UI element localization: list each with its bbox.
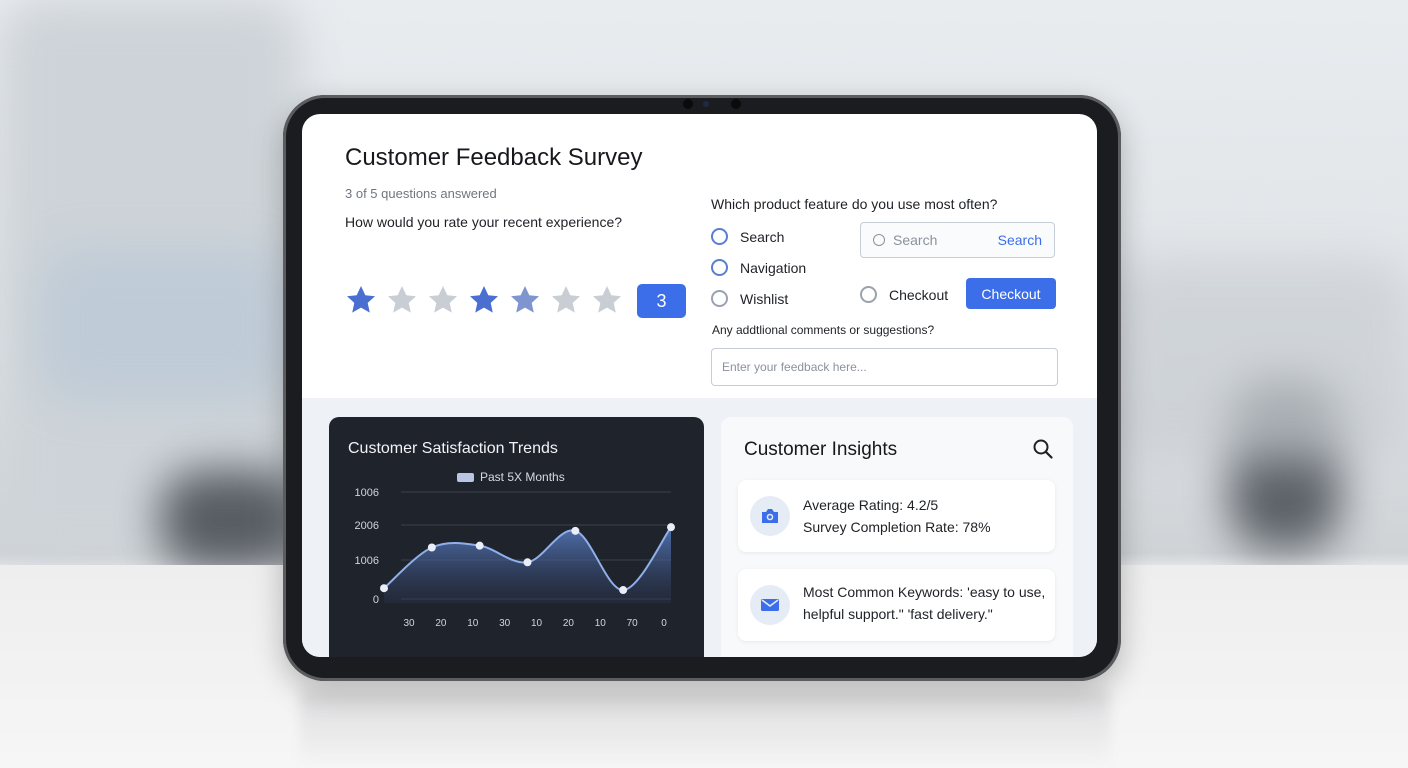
- insights-card: Customer Insights Average Rating: 4.2/5 …: [721, 417, 1073, 657]
- radio-icon[interactable]: [711, 290, 728, 307]
- option-label: Navigation: [740, 259, 807, 276]
- completion-rate: Survey Completion Rate: 78%: [803, 519, 991, 535]
- camera-lens: [703, 101, 709, 107]
- y-tick-label: 0: [373, 594, 379, 606]
- star-rating[interactable]: [345, 284, 623, 316]
- device-reflection: [300, 690, 1110, 768]
- background-blur-window: [40, 250, 290, 400]
- camera-icon: [750, 496, 790, 536]
- keywords-line-1: Most Common Keywords: 'easy to use,: [803, 584, 1046, 600]
- y-tick-label: 1006: [355, 487, 379, 499]
- option-label: Search: [740, 228, 785, 245]
- search-placeholder: Search: [893, 232, 938, 248]
- insight-keywords-text: Most Common Keywords: 'easy to use, help…: [803, 581, 1045, 625]
- rating-value-badge[interactable]: 3: [637, 284, 686, 318]
- keywords-line-2: helpful support." 'fast delivery.": [803, 606, 993, 622]
- x-tick-label: 70: [627, 618, 639, 629]
- y-tick-label: 1006: [355, 555, 379, 567]
- search-icon[interactable]: [1033, 439, 1053, 459]
- x-tick-label: 30: [499, 618, 511, 629]
- trend-chart: 1006 2006 1006 0 30 20 10 30 10 20 10 70 0: [355, 487, 675, 629]
- background-blur-right: [1110, 260, 1408, 460]
- option-wishlist[interactable]: Wishlist: [711, 290, 788, 307]
- camera-dot-right: [731, 99, 741, 109]
- insight-rating: Average Rating: 4.2/5 Survey Completion …: [738, 480, 1055, 552]
- x-tick-label: 10: [467, 618, 479, 629]
- search-input[interactable]: Search Search: [860, 222, 1055, 258]
- y-tick-label: 2006: [355, 520, 379, 532]
- x-tick-label: 0: [661, 618, 667, 629]
- checkout-button[interactable]: Checkout: [966, 278, 1056, 309]
- x-tick-label: 20: [563, 618, 575, 629]
- option-search[interactable]: Search: [711, 228, 784, 245]
- background-blur-dark-left: [160, 470, 300, 570]
- x-tick-label: 20: [435, 618, 447, 629]
- option-label: Wishlist: [740, 290, 789, 307]
- option-label: Checkout: [889, 286, 949, 303]
- feedback-textarea[interactable]: Enter your feedback here...: [711, 348, 1058, 386]
- data-point: [523, 558, 532, 567]
- x-tick-label: 10: [595, 618, 607, 629]
- data-point: [667, 523, 675, 532]
- radio-icon[interactable]: [711, 228, 728, 245]
- question-feature: Which product feature do you use most of…: [711, 196, 998, 212]
- mail-icon: [750, 585, 790, 625]
- x-tick-label: 10: [531, 618, 543, 629]
- star-3-icon[interactable]: [427, 284, 459, 316]
- search-button[interactable]: Search: [998, 232, 1042, 248]
- data-point: [380, 584, 388, 593]
- star-4-icon[interactable]: [468, 284, 500, 316]
- star-6-icon[interactable]: [550, 284, 582, 316]
- star-7-icon[interactable]: [591, 284, 623, 316]
- option-navigation[interactable]: Navigation: [711, 259, 806, 276]
- insight-rating-text: Average Rating: 4.2/5 Survey Completion …: [803, 494, 991, 538]
- option-checkout[interactable]: Checkout: [860, 286, 948, 303]
- tablet-screen: Customer Feedback Survey 3 of 5 question…: [302, 114, 1097, 657]
- data-point: [475, 541, 484, 550]
- camera-dot-left: [683, 99, 693, 109]
- feedback-placeholder: Enter your feedback here...: [722, 360, 867, 374]
- radio-icon[interactable]: [860, 286, 877, 303]
- data-point: [571, 526, 580, 535]
- page-title: Customer Feedback Survey: [345, 144, 643, 171]
- question-rating: How would you rate your recent experienc…: [345, 214, 623, 230]
- data-point: [619, 586, 628, 595]
- star-2-icon[interactable]: [386, 284, 418, 316]
- insights-title: Customer Insights: [744, 439, 898, 460]
- x-tick-label: 30: [403, 618, 415, 629]
- star-5-icon[interactable]: [509, 284, 541, 316]
- avg-rating: Average Rating: 4.2/5: [803, 497, 939, 513]
- radio-icon[interactable]: [711, 259, 728, 276]
- data-point: [427, 543, 436, 552]
- star-1-icon[interactable]: [345, 284, 377, 316]
- progress-text: 3 of 5 questions answered: [345, 186, 497, 201]
- insight-keywords: Most Common Keywords: 'easy to use, help…: [738, 569, 1055, 641]
- search-icon: [873, 234, 885, 246]
- question-comments: Any addtlional comments or suggestions?: [712, 323, 935, 337]
- satisfaction-chart-card: Customer Satisfaction Trends Past 5X Mon…: [329, 417, 704, 657]
